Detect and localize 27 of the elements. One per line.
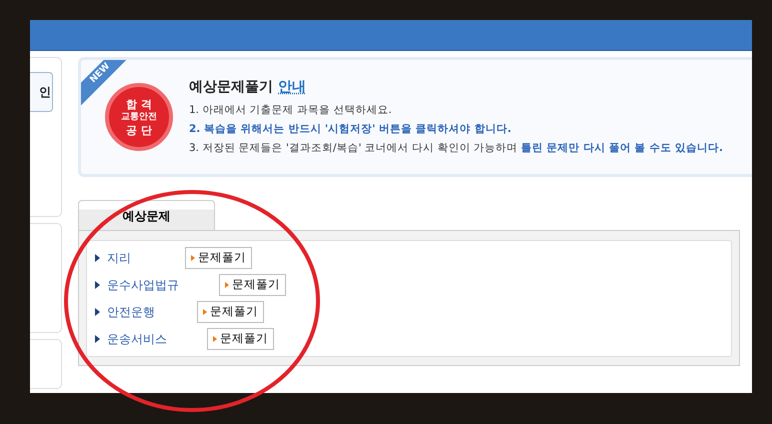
- subject-link[interactable]: 운수사업법규: [107, 276, 219, 294]
- seal-text: 공 단: [126, 124, 152, 136]
- chevron-icon: [213, 336, 217, 342]
- chevron-icon: [225, 282, 229, 288]
- notice-title-highlight: 안내: [278, 78, 306, 98]
- triangle-bullet-icon: [95, 254, 100, 262]
- chevron-icon: [191, 255, 195, 261]
- tab[interactable]: 예상문제: [78, 200, 215, 230]
- sidebar-panel: [30, 339, 62, 389]
- solve-button[interactable]: 문제풀기: [185, 247, 252, 269]
- instruction-line: 3. 저장된 문제들은 '결과조회/복습' 코너에서 다시 확인이 가능하며 틀린 문제만 다시 풀어 볼 수도 있습니다.: [189, 140, 723, 156]
- triangle-bullet-icon: [95, 335, 100, 343]
- triangle-bullet-icon: [95, 281, 100, 289]
- solve-button[interactable]: 문제풀기: [207, 328, 274, 350]
- seal-text: 교통안전: [121, 110, 157, 124]
- solve-button[interactable]: 문제풀기: [197, 301, 264, 323]
- triangle-bullet-icon: [95, 308, 100, 316]
- notice-title: 예상문제풀기: [189, 78, 273, 98]
- subject-link[interactable]: 운송서비스: [107, 330, 207, 348]
- seal-text: 합 격: [126, 98, 152, 110]
- subject-link[interactable]: 지리: [107, 249, 185, 267]
- confirm-button[interactable]: 인: [30, 72, 53, 112]
- instruction-line: 1. 아래에서 기출문제 과목을 선택하세요.: [189, 103, 393, 118]
- chevron-icon: [203, 309, 207, 315]
- solve-button[interactable]: 문제풀기: [219, 274, 286, 296]
- subject-link[interactable]: 안전운행: [107, 303, 197, 321]
- instruction-line: 2. 복습을 위해서는 반드시 '시험저장' 버튼을 클릭하셔야 합니다.: [189, 122, 512, 138]
